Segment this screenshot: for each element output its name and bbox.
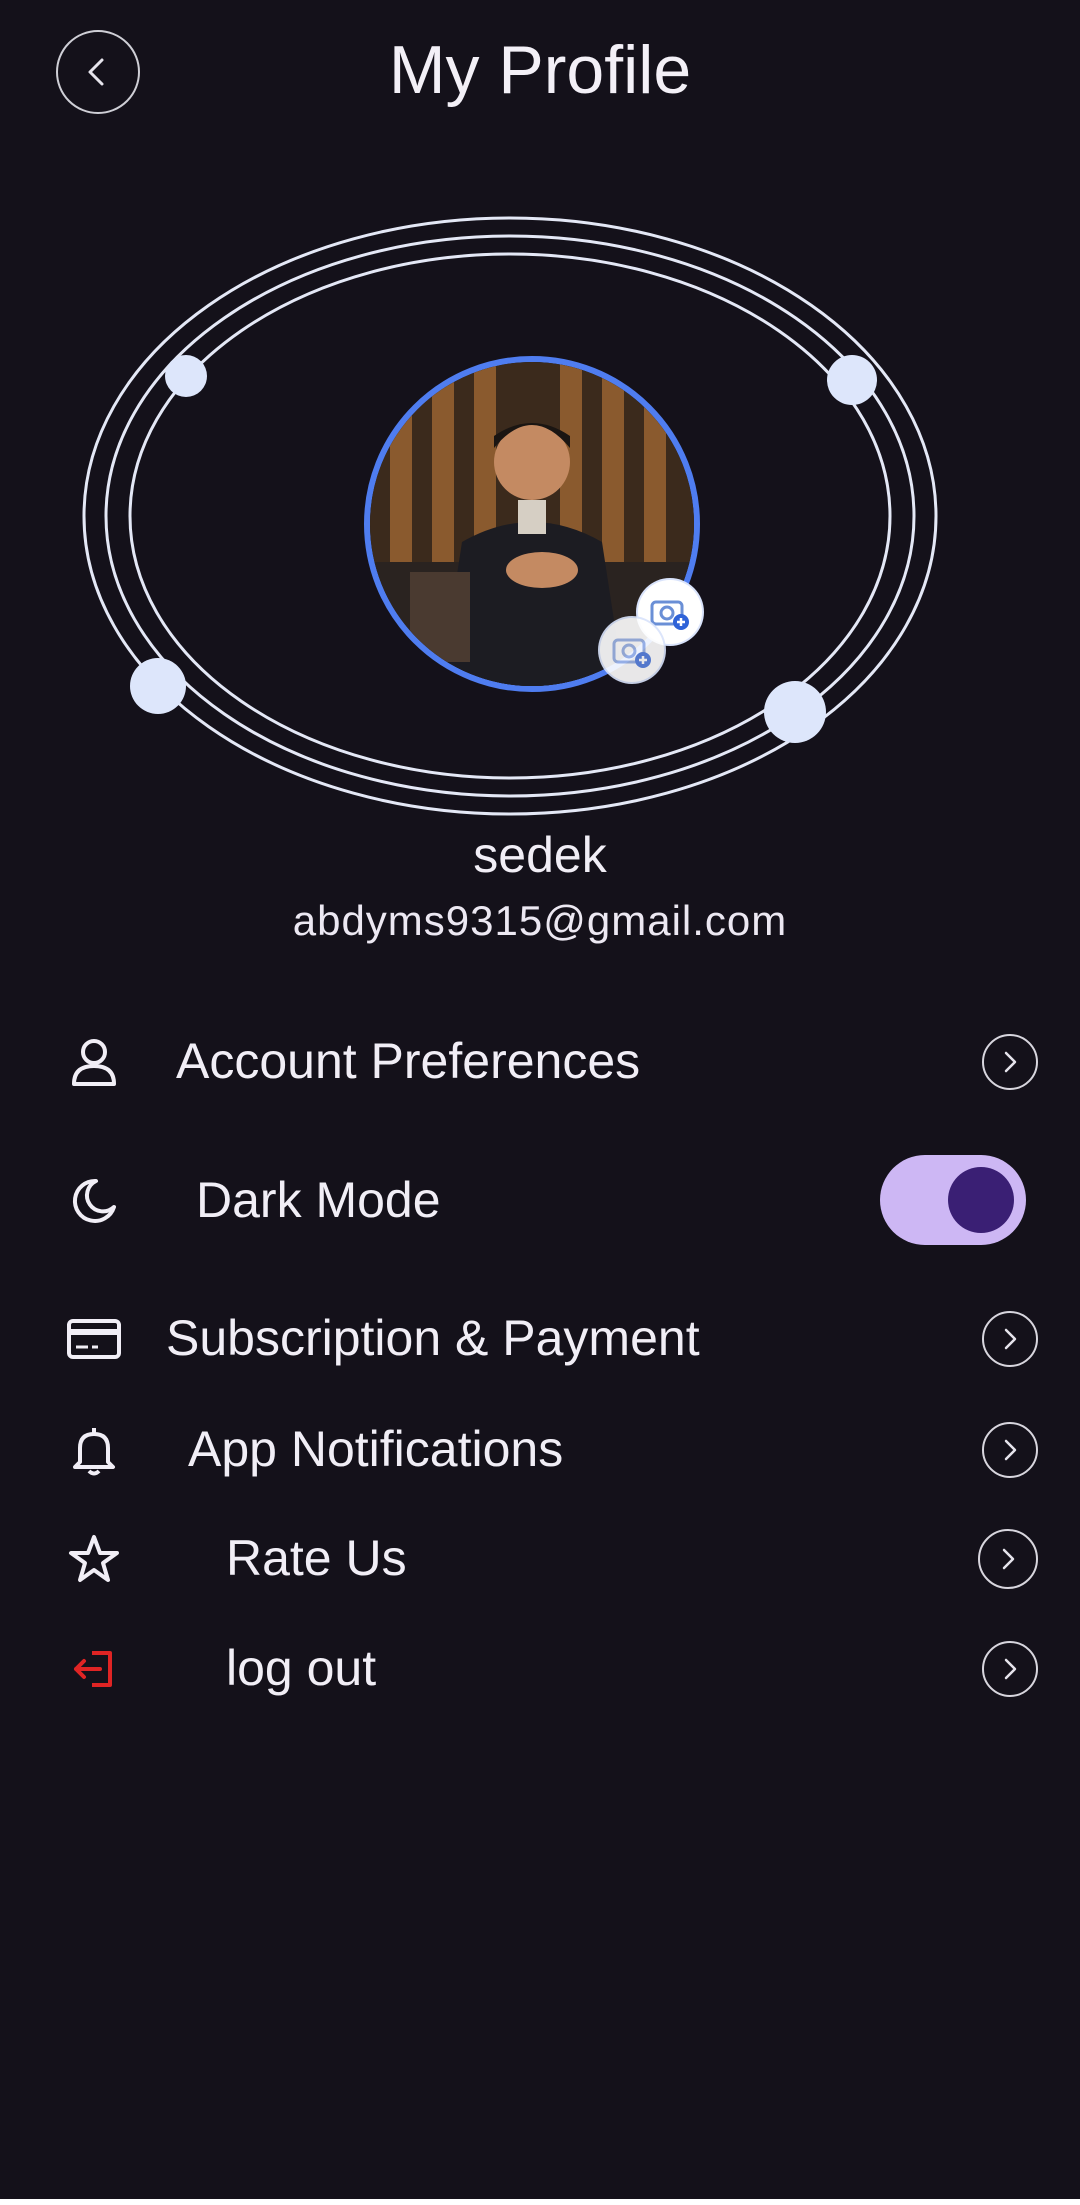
chevron-right-button[interactable]: [982, 1034, 1038, 1090]
menu-item-logout[interactable]: log out: [0, 1623, 1080, 1713]
chevron-right-button[interactable]: [982, 1311, 1038, 1367]
chevron-right-button[interactable]: [982, 1641, 1038, 1697]
chevron-right-button[interactable]: [982, 1422, 1038, 1478]
toggle-knob: [948, 1167, 1014, 1233]
chevron-right-icon: [1004, 1439, 1017, 1461]
dark-mode-toggle[interactable]: [880, 1155, 1026, 1245]
moon-icon: [72, 1178, 116, 1223]
credit-card-icon: [67, 1319, 121, 1359]
menu-label: Account Preferences: [176, 1033, 641, 1089]
logout-icon: [74, 1651, 112, 1687]
menu-label: log out: [226, 1640, 377, 1696]
menu-item-app-notifications[interactable]: App Notifications: [0, 1404, 1080, 1494]
profile-email: abdyms9315@gmail.com: [292, 897, 788, 944]
star-icon: [69, 1535, 119, 1582]
menu-label: App Notifications: [188, 1421, 564, 1477]
menu-label: Dark Mode: [196, 1172, 441, 1228]
chevron-right-button[interactable]: [978, 1529, 1038, 1589]
chevron-right-icon: [1002, 1548, 1015, 1570]
menu-item-dark-mode: Dark Mode: [0, 1155, 1080, 1245]
menu-item-rate-us[interactable]: Rate Us: [0, 1513, 1080, 1603]
bell-icon: [73, 1428, 115, 1476]
menu-item-account-preferences[interactable]: Account Preferences: [0, 1016, 1080, 1106]
menu-item-subscription-payment[interactable]: Subscription & Payment: [0, 1293, 1080, 1383]
change-photo-button-shadow[interactable]: [600, 618, 664, 682]
camera-add-icon: [612, 638, 651, 668]
chevron-right-icon: [1004, 1051, 1017, 1073]
page-title: My Profile: [388, 32, 692, 108]
menu-label: Subscription & Payment: [166, 1310, 700, 1366]
user-icon: [72, 1039, 116, 1086]
chevron-right-icon: [1004, 1328, 1017, 1350]
menu-label: Rate Us: [226, 1530, 407, 1586]
profile-username: sedek: [473, 827, 607, 883]
chevron-right-icon: [1004, 1658, 1017, 1680]
bottom-system-bar: [0, 2199, 1080, 2205]
